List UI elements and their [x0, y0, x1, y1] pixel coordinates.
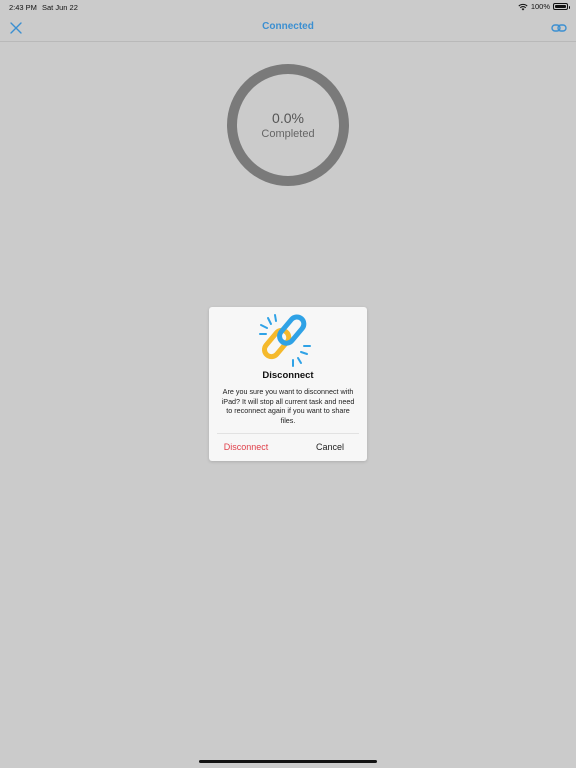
- battery-percent: 100%: [530, 2, 550, 11]
- page-title: Connected: [262, 21, 314, 32]
- progress-value: 0.0%: [272, 109, 304, 126]
- status-time: 2:43 PM: [9, 3, 37, 12]
- battery-icon: [553, 3, 570, 10]
- status-indicators: 100%: [518, 2, 570, 11]
- status-bar: 2:43 PM Sat Jun 22 100%: [0, 0, 576, 14]
- dialog-message: Are you sure you want to disconnect with…: [221, 387, 355, 425]
- home-indicator[interactable]: [199, 760, 377, 763]
- dialog-title: Disconnect: [262, 370, 314, 381]
- link-icon[interactable]: [551, 21, 567, 35]
- progress-label: Completed: [261, 127, 315, 140]
- progress-readout: 0.0% Completed: [226, 63, 350, 187]
- status-date: Sat Jun 22: [42, 3, 78, 12]
- disconnect-button[interactable]: Disconnect: [209, 437, 283, 457]
- disconnect-dialog: Disconnect Are you sure you want to disc…: [209, 307, 367, 461]
- nav-bar: Connected: [0, 14, 576, 42]
- cancel-button[interactable]: Cancel: [293, 437, 367, 457]
- wifi-icon: [518, 3, 528, 10]
- dialog-divider: [217, 433, 359, 434]
- broken-chain-link-icon: [259, 314, 311, 367]
